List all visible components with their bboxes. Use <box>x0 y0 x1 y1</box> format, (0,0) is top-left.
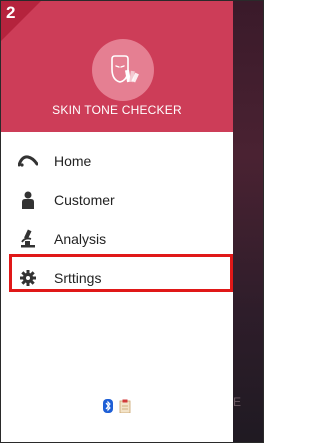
app-window: E 2 SKIN TONE CHECKER Home Customer Anal… <box>0 0 264 443</box>
menu-item-analysis[interactable]: Analysis <box>1 219 233 258</box>
app-title: SKIN TONE CHECKER <box>52 103 182 117</box>
menu-item-customer[interactable]: Customer <box>1 180 233 219</box>
settings-highlight-box <box>9 254 233 292</box>
menu-item-label: Home <box>54 152 92 169</box>
menu-item-home[interactable]: Home <box>1 141 233 180</box>
background-app-area[interactable]: E <box>233 1 263 442</box>
menu-item-label: Customer <box>54 191 115 208</box>
navigation-drawer: 2 SKIN TONE CHECKER Home Customer Analys… <box>1 1 233 442</box>
person-icon <box>18 190 38 210</box>
clipboard-icon[interactable] <box>119 399 131 418</box>
step-number: 2 <box>6 3 16 22</box>
microscope-icon <box>18 229 38 249</box>
drawer-header: 2 SKIN TONE CHECKER <box>1 1 233 132</box>
home-swoosh-icon <box>18 151 38 171</box>
background-partial-text: E <box>233 395 242 409</box>
footer-status-icons <box>1 399 233 418</box>
app-logo-icon <box>92 39 154 101</box>
bluetooth-icon[interactable] <box>103 399 113 418</box>
menu-item-label: Analysis <box>54 230 107 247</box>
